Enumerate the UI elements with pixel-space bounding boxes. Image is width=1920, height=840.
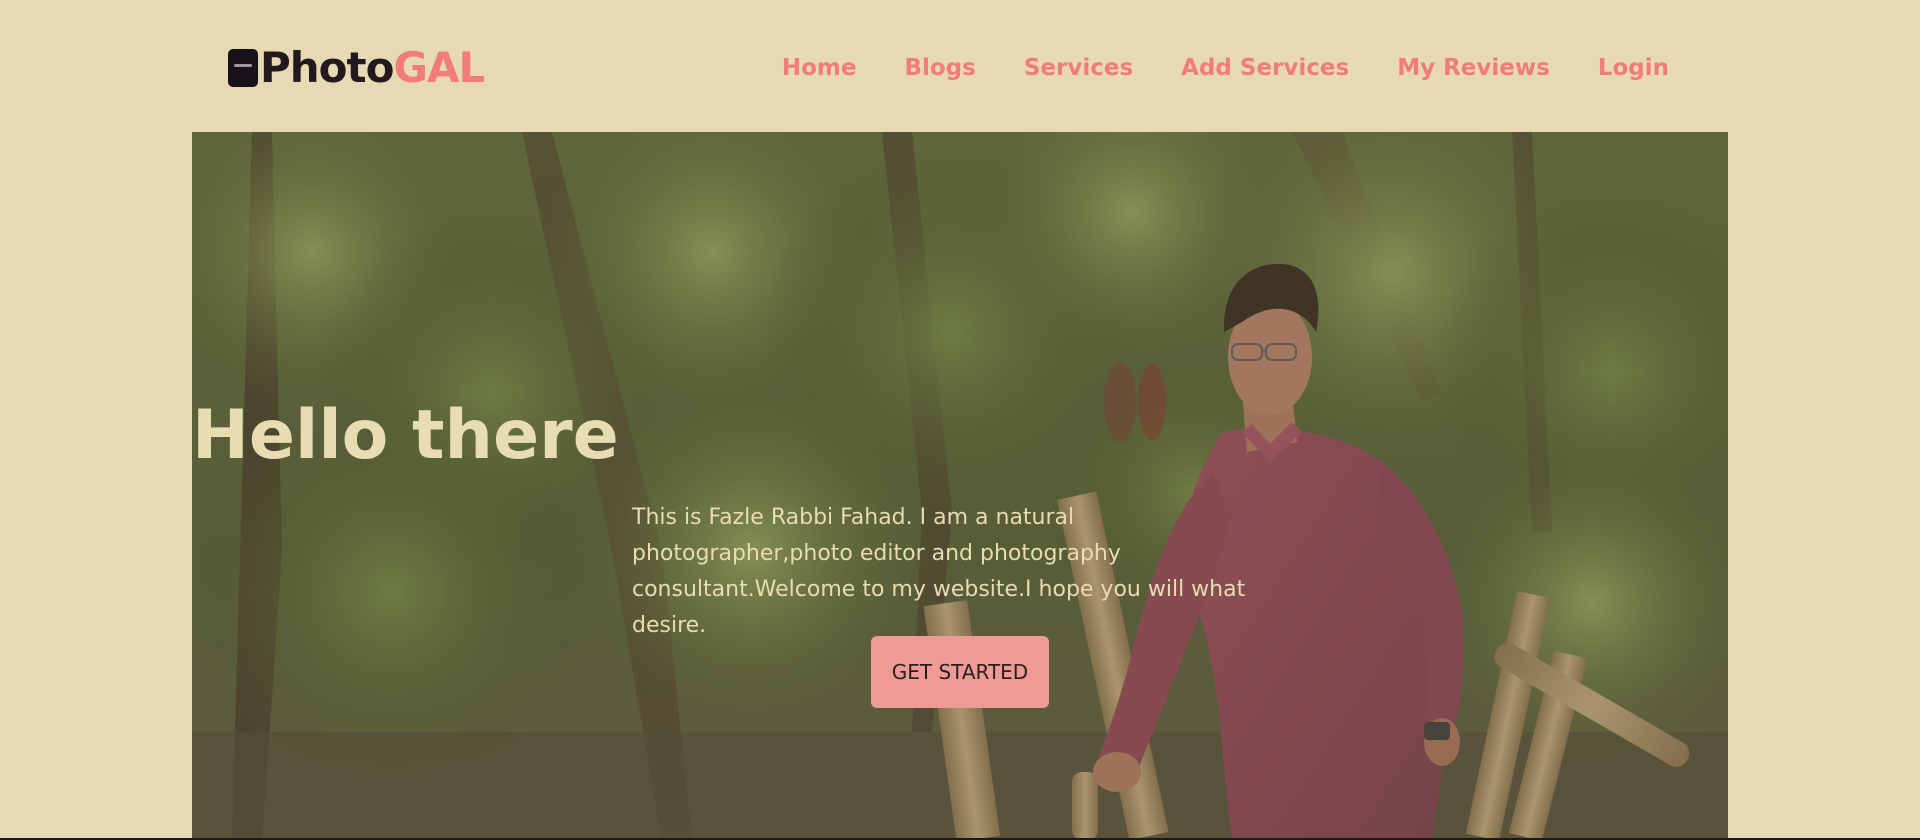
- navbar: PhotoGAL Home Blogs Services Add Service…: [0, 0, 1920, 132]
- brand-logo[interactable]: PhotoGAL: [228, 43, 485, 92]
- nav-home[interactable]: Home: [758, 50, 881, 86]
- hero-overlay: [192, 132, 1728, 840]
- hero-description: This is Fazle Rabbi Fahad. I am a natura…: [632, 505, 1246, 638]
- nav-add-services[interactable]: Add Services: [1157, 50, 1373, 86]
- hero-title: Hello there: [192, 396, 619, 475]
- brand-name: PhotoGAL: [260, 43, 485, 92]
- camera-icon: [228, 49, 258, 87]
- hero-banner: Hello there This is Fazle Rabbi Fahad. I…: [192, 132, 1728, 840]
- nav-blogs[interactable]: Blogs: [880, 50, 999, 86]
- brand-name-part2: GAL: [393, 43, 485, 92]
- nav-services[interactable]: Services: [1000, 50, 1157, 86]
- nav-my-reviews[interactable]: My Reviews: [1373, 50, 1574, 86]
- nav-login[interactable]: Login: [1574, 50, 1693, 86]
- brand-name-part1: Photo: [260, 43, 394, 92]
- main-menu: Home Blogs Services Add Services My Revi…: [758, 50, 1693, 86]
- get-started-button[interactable]: GET STARTED: [871, 636, 1049, 708]
